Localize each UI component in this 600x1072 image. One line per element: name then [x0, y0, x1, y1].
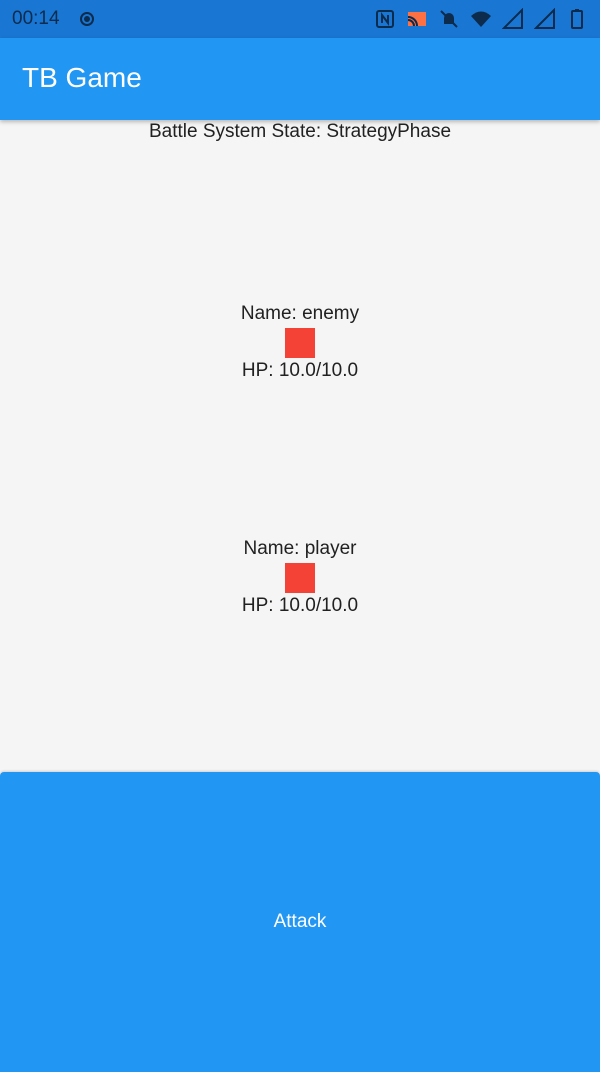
cast-icon: [406, 8, 428, 30]
player-sprite: [285, 563, 315, 593]
player-name: Name: player: [243, 538, 357, 559]
notifications-off-icon: [438, 8, 460, 30]
signal-icon: [501, 7, 524, 30]
battle-state-text: Battle System State: StrategyPhase: [148, 121, 452, 142]
signal-icon: [533, 7, 556, 30]
record-icon: [80, 12, 94, 26]
battery-icon: [566, 8, 588, 30]
wifi-icon: [470, 8, 492, 30]
app-bar: TB Game: [0, 38, 600, 120]
status-time: 00:14: [12, 8, 60, 29]
status-icons: [374, 7, 588, 30]
enemy-hp: HP: 10.0/10.0: [241, 360, 359, 381]
status-bar: 00:14: [0, 0, 600, 38]
player-hp: HP: 10.0/10.0: [241, 595, 359, 616]
nfc-icon: [374, 8, 396, 30]
app-title: TB Game: [22, 62, 142, 93]
enemy-name: Name: enemy: [240, 303, 360, 324]
attack-button[interactable]: Attack: [0, 772, 600, 1072]
player-card: Name: player HP: 10.0/10.0: [0, 537, 600, 619]
enemy-sprite: [285, 328, 315, 358]
enemy-card: Name: enemy HP: 10.0/10.0: [0, 302, 600, 384]
